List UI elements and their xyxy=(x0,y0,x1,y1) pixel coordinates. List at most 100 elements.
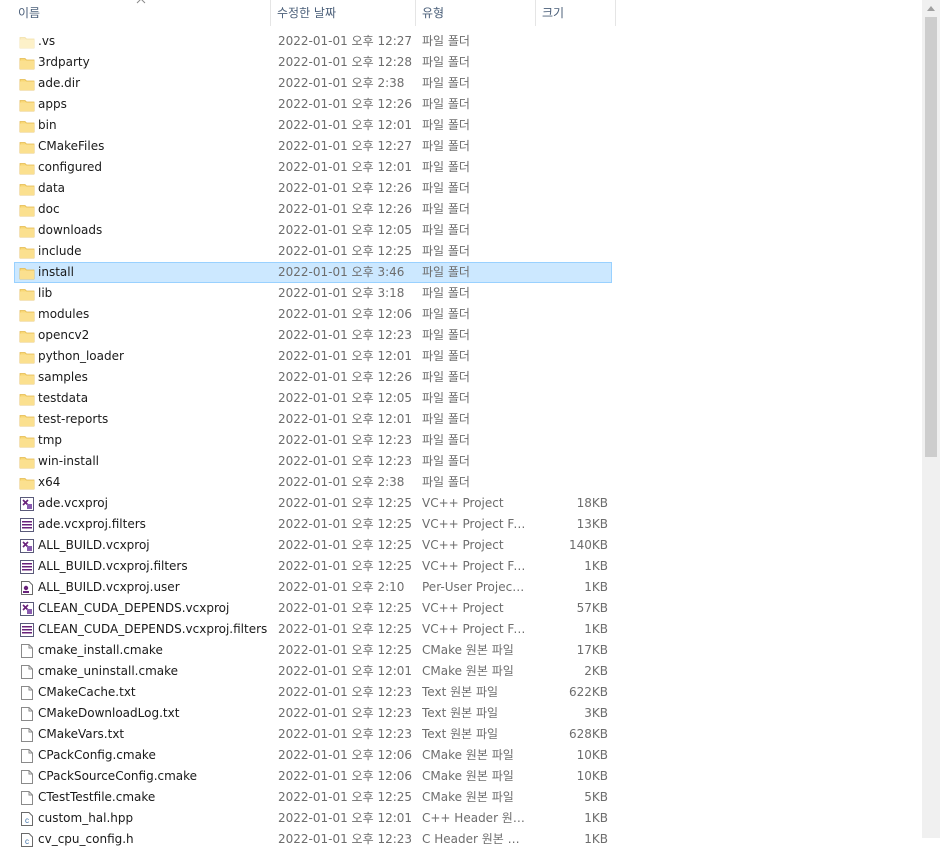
file-row[interactable]: python_loader 2022-01-01 오후 12:01 파일 폴더 xyxy=(14,346,612,367)
file-date: 2022-01-01 오후 12:25 xyxy=(278,643,413,657)
file-name: 3rdparty xyxy=(38,55,90,69)
folder-icon xyxy=(19,118,35,134)
file-name: data xyxy=(38,181,66,195)
file-row[interactable]: cmake_install.cmake 2022-01-01 오후 12:25 CM… xyxy=(14,640,612,661)
file-size xyxy=(535,431,608,450)
file-row[interactable]: cmake_uninstall.cmake 2022-01-01 오후 12:01… xyxy=(14,661,612,682)
svg-text:c: c xyxy=(25,816,29,825)
file-row[interactable]: apps 2022-01-01 오후 12:26 파일 폴더 xyxy=(14,94,612,115)
file-row[interactable]: CLEAN_CUDA_DEPENDS.vcxproj.filters 2022-0… xyxy=(14,619,612,640)
file-row[interactable]: samples 2022-01-01 오후 12:26 파일 폴더 xyxy=(14,367,612,388)
file-row[interactable]: testdata 2022-01-01 오후 12:05 파일 폴더 xyxy=(14,388,612,409)
file-row[interactable]: bin 2022-01-01 오후 12:01 파일 폴더 xyxy=(14,115,612,136)
file-row[interactable]: CPackSourceConfig.cmake 2022-01-01 오후 12:… xyxy=(14,766,612,787)
file-name: CTestTestfile.cmake xyxy=(38,790,156,804)
file-name: install xyxy=(38,265,74,279)
file-row[interactable]: ALL_BUILD.vcxproj.user 2022-01-01 오후 2:10… xyxy=(14,577,612,598)
file-type: 파일 폴더 xyxy=(422,202,470,216)
vcxproj-icon xyxy=(19,496,35,512)
file-row[interactable]: c custom_hal.hpp 2022-01-01 오후 12:01 C++ H… xyxy=(14,808,612,829)
file-row[interactable]: data 2022-01-01 오후 12:26 파일 폴더 xyxy=(14,178,612,199)
file-row[interactable]: CMakeFiles 2022-01-01 오후 12:27 파일 폴더 xyxy=(14,136,612,157)
file-row[interactable]: ALL_BUILD.vcxproj.filters 2022-01-01 오후 1… xyxy=(14,556,612,577)
file-type: 파일 폴더 xyxy=(422,433,470,447)
file-size xyxy=(535,326,608,345)
file-row[interactable]: c cv_cpu_config.h 2022-01-01 오후 12:23 C He… xyxy=(14,829,612,850)
vertical-scrollbar[interactable] xyxy=(922,0,940,838)
file-date: 2022-01-01 오후 12:23 xyxy=(278,706,413,720)
file-type: VC++ Project Filt... xyxy=(422,622,528,636)
file-row[interactable]: ade.vcxproj 2022-01-01 오후 12:25 VC++ Proje… xyxy=(14,493,612,514)
column-header-size[interactable]: 크기 xyxy=(536,0,616,26)
file-name: ALL_BUILD.vcxproj.filters xyxy=(38,559,188,573)
file-type: 파일 폴더 xyxy=(422,391,470,405)
file-type: CMake 원본 파일 xyxy=(422,643,514,657)
folder-icon xyxy=(19,202,35,218)
folder-icon xyxy=(19,223,35,239)
file-date: 2022-01-01 오후 12:26 xyxy=(278,181,413,195)
file-row[interactable]: ade.vcxproj.filters 2022-01-01 오후 12:25 VC… xyxy=(14,514,612,535)
folder-icon xyxy=(19,370,35,386)
folder-icon xyxy=(19,139,35,155)
sort-ascending-icon xyxy=(136,0,146,4)
scroll-up-arrow-icon[interactable] xyxy=(922,0,940,17)
file-type: Text 원본 파일 xyxy=(422,706,499,720)
file-type: Text 원본 파일 xyxy=(422,727,499,741)
file-row[interactable]: opencv2 2022-01-01 오후 12:23 파일 폴더 xyxy=(14,325,612,346)
file-row[interactable]: include 2022-01-01 오후 12:25 파일 폴더 xyxy=(14,241,612,262)
column-header-type[interactable]: 유형 xyxy=(416,0,536,26)
file-date: 2022-01-01 오후 3:18 xyxy=(278,286,405,300)
file-size xyxy=(535,32,608,51)
file-size: 140KB xyxy=(568,538,608,552)
file-row[interactable]: tmp 2022-01-01 오후 12:23 파일 폴더 xyxy=(14,430,612,451)
file-row[interactable]: downloads 2022-01-01 오후 12:05 파일 폴더 xyxy=(14,220,612,241)
file-size: 2KB xyxy=(584,664,608,678)
file-name: cv_cpu_config.h xyxy=(38,832,134,846)
file-row[interactable]: CMakeCache.txt 2022-01-01 오후 12:23 Text 원본… xyxy=(14,682,612,703)
file-date: 2022-01-01 오후 12:26 xyxy=(278,97,413,111)
document-icon xyxy=(19,727,35,743)
file-name: apps xyxy=(38,97,67,111)
file-row[interactable]: test-reports 2022-01-01 오후 12:01 파일 폴더 xyxy=(14,409,612,430)
file-row[interactable]: CPackConfig.cmake 2022-01-01 오후 12:06 CMak… xyxy=(14,745,612,766)
file-size: 57KB xyxy=(576,601,608,615)
file-type: 파일 폴더 xyxy=(422,76,470,90)
file-size xyxy=(535,242,608,261)
scrollbar-thumb[interactable] xyxy=(925,17,937,457)
file-row[interactable]: CMakeDownloadLog.txt 2022-01-01 오후 12:23 T… xyxy=(14,703,612,724)
file-row[interactable]: .vs 2022-01-01 오후 12:27 파일 폴더 xyxy=(14,31,612,52)
file-type: CMake 원본 파일 xyxy=(422,664,514,678)
document-icon xyxy=(19,790,35,806)
file-row[interactable]: modules 2022-01-01 오후 12:06 파일 폴더 xyxy=(14,304,612,325)
file-name: CLEAN_CUDA_DEPENDS.vcxproj.filters xyxy=(38,622,268,636)
file-row[interactable]: doc 2022-01-01 오후 12:26 파일 폴더 xyxy=(14,199,612,220)
file-size: 1KB xyxy=(584,832,608,846)
file-row[interactable]: CTestTestfile.cmake 2022-01-01 오후 12:25 CM… xyxy=(14,787,612,808)
file-name: CPackConfig.cmake xyxy=(38,748,156,762)
vcxproj-icon xyxy=(19,538,35,554)
file-row[interactable]: CLEAN_CUDA_DEPENDS.vcxproj 2022-01-01 오후 … xyxy=(14,598,612,619)
file-size xyxy=(535,284,608,303)
file-date: 2022-01-01 오후 2:10 xyxy=(278,580,405,594)
file-row[interactable]: 3rdparty 2022-01-01 오후 12:28 파일 폴더 xyxy=(14,52,612,73)
file-row[interactable]: CMakeVars.txt 2022-01-01 오후 12:23 Text 원본 … xyxy=(14,724,612,745)
file-row[interactable]: x64 2022-01-01 오후 2:38 파일 폴더 xyxy=(14,472,612,493)
file-size: 1KB xyxy=(584,811,608,825)
file-date: 2022-01-01 오후 12:23 xyxy=(278,454,413,468)
file-row[interactable]: ALL_BUILD.vcxproj 2022-01-01 오후 12:25 VC++… xyxy=(14,535,612,556)
file-row[interactable]: ade.dir 2022-01-01 오후 2:38 파일 폴더 xyxy=(14,73,612,94)
file-date: 2022-01-01 오후 12:23 xyxy=(278,433,413,447)
file-name: ALL_BUILD.vcxproj xyxy=(38,538,150,552)
file-size xyxy=(535,452,608,471)
file-type: 파일 폴더 xyxy=(422,160,470,174)
file-type: 파일 폴더 xyxy=(422,349,470,363)
file-row[interactable]: configured 2022-01-01 오후 12:01 파일 폴더 xyxy=(14,157,612,178)
file-row[interactable]: win-install 2022-01-01 오후 12:23 파일 폴더 xyxy=(14,451,612,472)
file-name: testdata xyxy=(38,391,89,405)
file-type: 파일 폴더 xyxy=(422,139,470,153)
file-name: ade.vcxproj xyxy=(38,496,108,510)
column-header-date[interactable]: 수정한 날짜 xyxy=(271,0,416,26)
file-row[interactable]: lib 2022-01-01 오후 3:18 파일 폴더 xyxy=(14,283,612,304)
filters-icon xyxy=(19,622,35,638)
file-row[interactable]: install 2022-01-01 오후 3:46 파일 폴더 xyxy=(14,262,612,283)
